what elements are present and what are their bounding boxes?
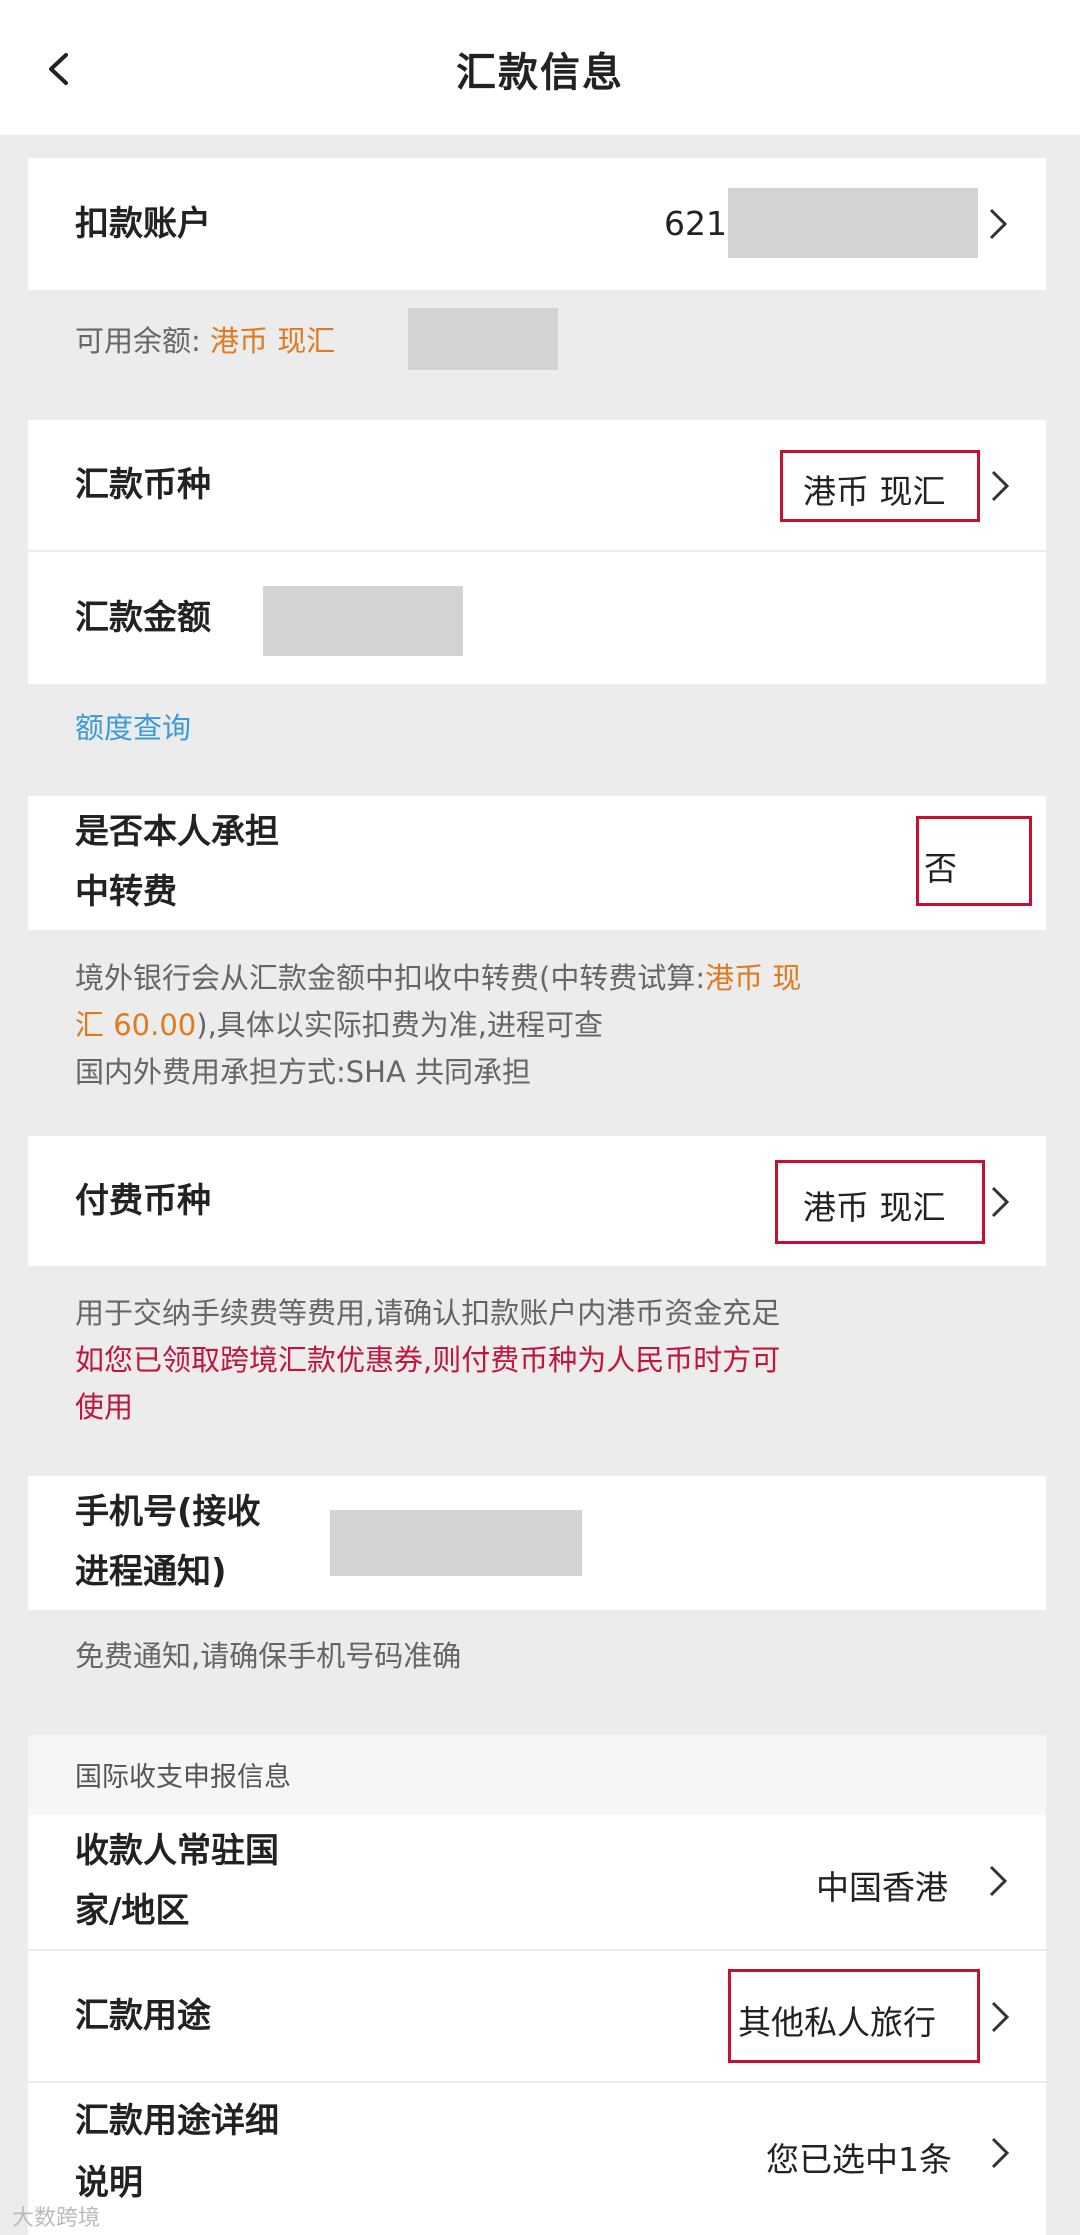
coupon-warning-line2: 使用 (75, 1390, 134, 1424)
account-number: 621 (664, 204, 727, 243)
transfer-fee-row[interactable]: 是否本人承担 中转费 否 (28, 796, 1046, 930)
fee-currency-note-line1: 用于交纳手续费等费用,请确认扣款账户内港币资金充足 (75, 1296, 781, 1330)
declaration-section-header: 国际收支申报信息 (28, 1735, 1046, 1815)
top-bar: 汇款信息 (0, 0, 1080, 135)
declaration-section-title: 国际收支申报信息 (75, 1762, 291, 1793)
purpose-detail-label-line1: 汇款用途详细 (75, 2101, 279, 2141)
chevron-right-icon (991, 470, 1010, 502)
page-title: 汇款信息 (456, 50, 624, 96)
coupon-warning-line1: 如您已领取跨境汇款优惠券,则付费币种为人民币时方可 (75, 1343, 781, 1377)
amount-mask (263, 586, 463, 656)
phone-label-line1: 手机号(接收 (75, 1492, 261, 1532)
transfer-fee-note-line3: 国内外费用承担方式:SHA 共同承担 (75, 1055, 532, 1089)
balance-currency: 港币 现汇 (210, 324, 336, 358)
phone-row[interactable]: 手机号(接收 进程通知) (28, 1476, 1046, 1610)
phone-mask (330, 1510, 582, 1576)
country-row[interactable]: 收款人常驻国 家/地区 中国香港 (28, 1815, 1046, 1949)
quota-link[interactable]: 额度查询 (75, 705, 191, 751)
transfer-fee-label-line2: 中转费 (75, 872, 177, 912)
chevron-right-icon (989, 1865, 1008, 1897)
chevron-right-icon (991, 2137, 1010, 2169)
transfer-fee-highlight-box (916, 816, 1032, 906)
purpose-detail-value: 您已选中1条 (766, 2140, 952, 2179)
chevron-right-icon (989, 208, 1008, 240)
chevron-right-icon (991, 2001, 1010, 2033)
account-row[interactable]: 扣款账户 621 (28, 158, 1046, 290)
purpose-label: 汇款用途 (75, 1996, 211, 2036)
transfer-fee-note-line2: 汇 60.00),具体以实际扣费为准,进程可查 (75, 1008, 604, 1042)
account-number-mask (728, 188, 978, 258)
currency-label: 汇款币种 (75, 465, 211, 505)
balance-label: 可用余额: 港币 现汇 (75, 324, 336, 358)
country-label-line1: 收款人常驻国 (75, 1831, 279, 1871)
chevron-right-icon (991, 1186, 1010, 1218)
transfer-fee-label-line1: 是否本人承担 (75, 812, 279, 852)
balance-mask (408, 308, 558, 370)
amount-row[interactable]: 汇款金额 (28, 552, 1046, 684)
currency-highlight-box (780, 450, 980, 522)
fee-currency-highlight-box (775, 1160, 985, 1244)
country-label-line2: 家/地区 (75, 1891, 190, 1931)
watermark: 大数跨境 (12, 2206, 101, 2231)
transfer-fee-note-line1: 境外银行会从汇款金额中扣收中转费(中转费试算:港币 现 (75, 961, 802, 995)
account-label: 扣款账户 (75, 204, 211, 244)
purpose-highlight-box (728, 1969, 980, 2063)
purpose-detail-row[interactable]: 汇款用途详细 说明 您已选中1条 (28, 2083, 1046, 2235)
currency-row[interactable]: 汇款币种 港币 现汇 (28, 420, 1046, 550)
purpose-row[interactable]: 汇款用途 其他私人旅行 (28, 1951, 1046, 2081)
phone-note: 免费通知,请确保手机号码准确 (75, 1639, 462, 1673)
phone-label-line2: 进程通知) (75, 1552, 227, 1592)
fee-currency-label: 付费币种 (75, 1181, 211, 1221)
country-value: 中国香港 (816, 1868, 948, 1907)
fee-currency-row[interactable]: 付费币种 港币 现汇 (28, 1136, 1046, 1266)
amount-label: 汇款金额 (75, 598, 211, 638)
